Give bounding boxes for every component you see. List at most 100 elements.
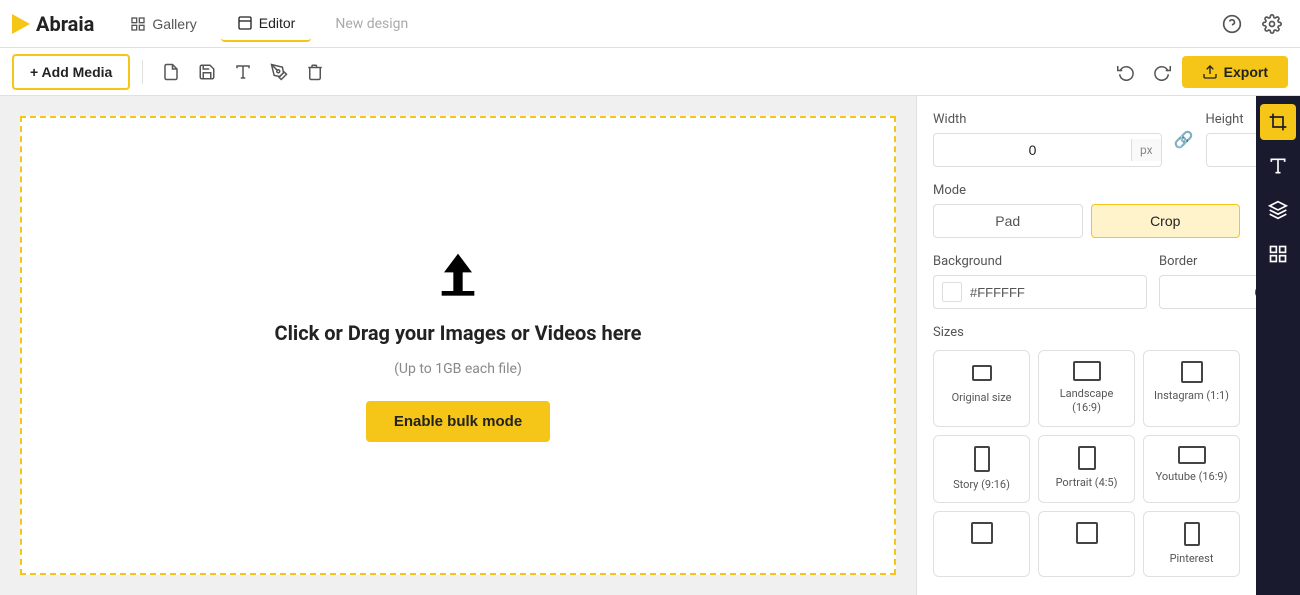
size-portrait[interactable]: Portrait (4:5) (1038, 435, 1135, 503)
size-story[interactable]: Story (9:16) (933, 435, 1030, 503)
width-unit: px (1131, 139, 1161, 161)
size-landscape[interactable]: Landscape (16:9) (1038, 350, 1135, 427)
sidebar-layers-icon (1268, 200, 1288, 220)
size-extra-2[interactable] (1038, 511, 1135, 577)
sidebar-grid-icon (1268, 244, 1288, 264)
background-border-row: Background Border px (933, 254, 1240, 309)
size-extra-1[interactable] (933, 511, 1030, 577)
top-nav: Abraia Gallery Editor New design (0, 0, 1300, 48)
tab-gallery[interactable]: Gallery (114, 6, 212, 42)
new-file-icon (162, 63, 180, 81)
undo-button[interactable] (1110, 56, 1142, 88)
tab-editor[interactable]: Editor (221, 6, 312, 42)
dimensions-row: Width px 🔗 Height px (933, 112, 1240, 167)
sidebar-crop-icon (1268, 112, 1288, 132)
redo-button[interactable] (1146, 56, 1178, 88)
dimensions-section: Width px 🔗 Height px (933, 112, 1240, 167)
mode-section: Mode Pad Crop (933, 183, 1240, 238)
height-label: Height (1206, 112, 1256, 127)
gallery-icon (130, 16, 146, 32)
save-button[interactable] (191, 56, 223, 88)
sidebar-grid-button[interactable] (1260, 236, 1296, 272)
size-instagram-label: Instagram (1:1) (1154, 389, 1229, 403)
height-input-wrap: px (1206, 133, 1256, 167)
size-portrait-label: Portrait (4:5) (1056, 476, 1118, 490)
sidebar-layers-button[interactable] (1260, 192, 1296, 228)
help-icon (1222, 14, 1242, 34)
height-col: Height px (1206, 112, 1256, 167)
sizes-section: Sizes Original size Landscape (16:9) (933, 325, 1240, 577)
pen-tool-icon (270, 63, 288, 81)
size-extra-2-icon (1076, 522, 1098, 544)
export-button[interactable]: Export (1182, 56, 1288, 88)
delete-icon (306, 63, 324, 81)
width-input-wrap: px (933, 133, 1162, 167)
help-button[interactable] (1216, 8, 1248, 40)
size-youtube-icon (1178, 446, 1206, 464)
background-color-wrap (933, 275, 1147, 309)
bulk-mode-button[interactable]: Enable bulk mode (366, 401, 550, 442)
border-input-wrap: px (1159, 275, 1256, 309)
link-dimensions-icon[interactable]: 🔗 (1174, 130, 1194, 149)
editor-icon (237, 15, 253, 31)
size-landscape-label: Landscape (16:9) (1045, 387, 1128, 416)
toolbar-divider-1 (142, 60, 143, 84)
sidebar-text-button[interactable] (1260, 148, 1296, 184)
new-file-button[interactable] (155, 56, 187, 88)
size-portrait-icon (1078, 446, 1096, 470)
border-input[interactable] (1160, 280, 1256, 304)
background-color-swatch[interactable] (942, 282, 962, 302)
size-youtube-label: Youtube (16:9) (1156, 470, 1228, 484)
main-layout: Click or Drag your Images or Videos here… (0, 96, 1300, 595)
size-extra-1-icon (971, 522, 993, 544)
sizes-grid: Original size Landscape (16:9) Instagram… (933, 350, 1240, 577)
border-col: Border px (1159, 254, 1256, 309)
text-tool-button[interactable] (227, 56, 259, 88)
size-landscape-icon (1073, 361, 1101, 381)
crop-mode-button[interactable]: Crop (1091, 204, 1241, 238)
canvas-area[interactable]: Click or Drag your Images or Videos here… (0, 96, 916, 595)
upload-icon (430, 249, 486, 305)
toolbar: + Add Media (0, 48, 1300, 96)
logo-text: Abraia (36, 12, 94, 36)
drop-main-text: Click or Drag your Images or Videos here (275, 321, 642, 345)
undo-icon (1117, 63, 1135, 81)
pad-mode-button[interactable]: Pad (933, 204, 1083, 238)
mode-label: Mode (933, 183, 1240, 198)
size-youtube[interactable]: Youtube (16:9) (1143, 435, 1240, 503)
size-original-icon (970, 361, 994, 385)
sidebar-crop-button[interactable] (1260, 104, 1296, 140)
background-color-input[interactable] (970, 285, 1146, 300)
background-label: Background (933, 254, 1147, 269)
width-label: Width (933, 112, 1162, 127)
save-icon (198, 63, 216, 81)
size-pinterest[interactable]: Pinterest (1143, 511, 1240, 577)
add-media-button[interactable]: + Add Media (12, 54, 130, 90)
tab-new-design: New design (319, 10, 424, 38)
background-col: Background (933, 254, 1147, 309)
width-input[interactable] (934, 138, 1131, 162)
text-tool-icon (234, 63, 252, 81)
mode-buttons: Pad Crop (933, 204, 1240, 238)
height-input[interactable] (1207, 138, 1256, 162)
canvas-dropzone[interactable]: Click or Drag your Images or Videos here… (20, 116, 896, 575)
pen-tool-button[interactable] (263, 56, 295, 88)
undo-redo-group (1110, 56, 1178, 88)
size-story-label: Story (9:16) (953, 478, 1010, 492)
redo-icon (1153, 63, 1171, 81)
settings-button[interactable] (1256, 8, 1288, 40)
sizes-label: Sizes (933, 325, 1240, 340)
logo-icon (12, 14, 30, 34)
sidebar-text-icon (1268, 156, 1288, 176)
size-story-icon (974, 446, 990, 472)
settings-icon (1262, 14, 1282, 34)
drop-sub-text: (Up to 1GB each file) (394, 361, 522, 377)
delete-button[interactable] (299, 56, 331, 88)
size-instagram[interactable]: Instagram (1:1) (1143, 350, 1240, 427)
border-label: Border (1159, 254, 1256, 269)
size-pinterest-icon (1184, 522, 1200, 546)
size-original[interactable]: Original size (933, 350, 1030, 427)
size-instagram-icon (1181, 361, 1203, 383)
logo: Abraia (12, 12, 94, 36)
size-original-label: Original size (952, 391, 1012, 405)
